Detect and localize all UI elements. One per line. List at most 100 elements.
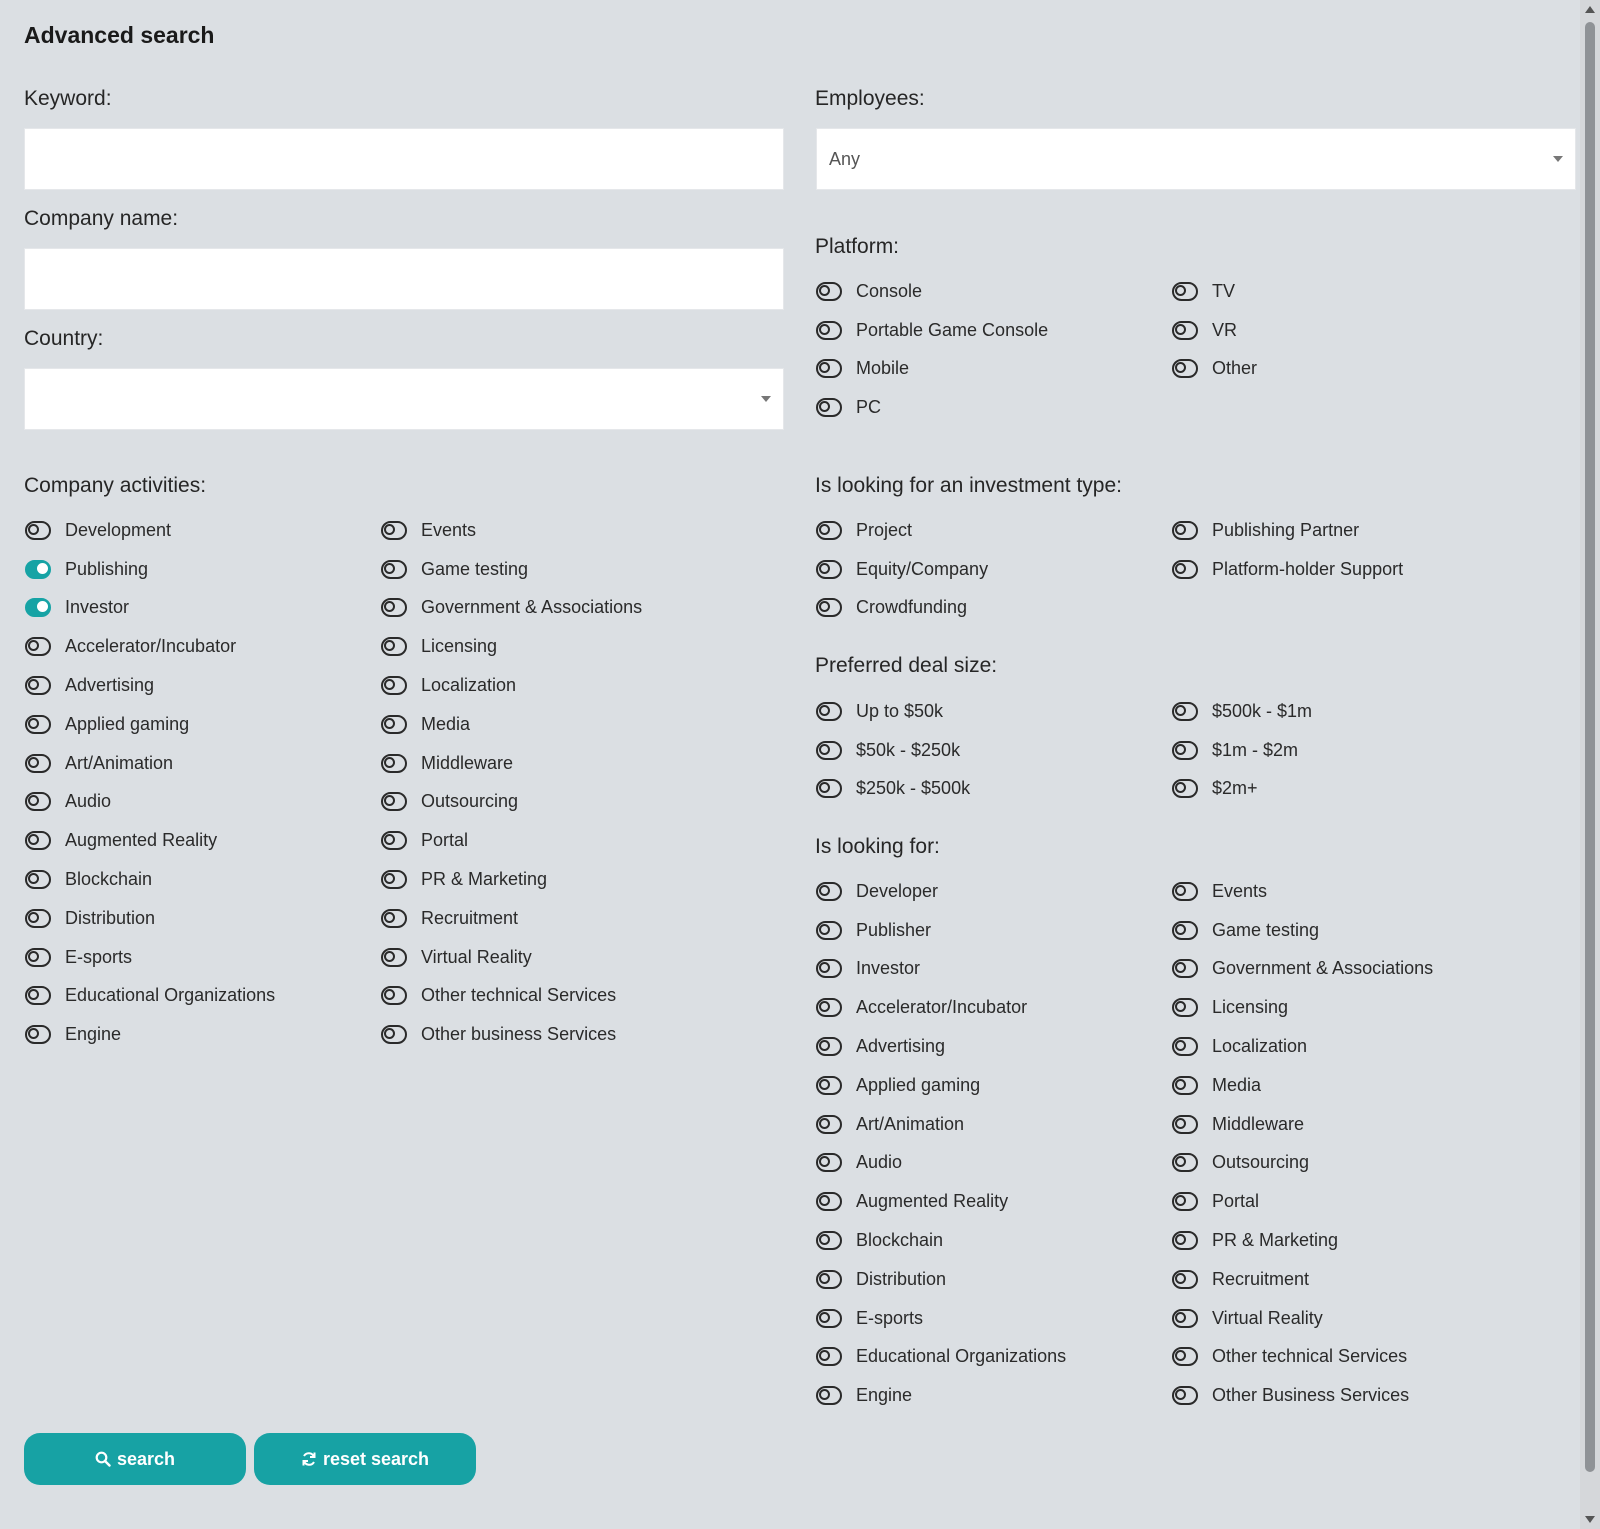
investment-type-option-crowdfunding[interactable]: Crowdfunding xyxy=(815,589,1171,628)
company-activity-option-art-animation[interactable]: Art/Animation xyxy=(24,744,380,783)
toggle-switch-icon[interactable] xyxy=(1172,959,1198,979)
toggle-switch-icon[interactable] xyxy=(816,881,842,901)
looking-for-option-virtual-reality[interactable]: Virtual Reality xyxy=(1171,1299,1527,1338)
toggle-switch-icon[interactable] xyxy=(816,559,842,579)
deal-size-option-250k-500k[interactable]: $250k - $500k xyxy=(815,770,1171,809)
toggle-switch-icon[interactable] xyxy=(1172,1231,1198,1251)
toggle-switch-icon[interactable] xyxy=(816,598,842,618)
toggle-switch-icon[interactable] xyxy=(1172,1037,1198,1057)
toggle-switch-icon[interactable] xyxy=(381,908,407,928)
toggle-switch-icon[interactable] xyxy=(381,714,407,734)
toggle-switch-icon[interactable] xyxy=(1172,701,1198,721)
looking-for-option-audio[interactable]: Audio xyxy=(815,1144,1171,1183)
looking-for-option-publisher[interactable]: Publisher xyxy=(815,911,1171,950)
vertical-scrollbar[interactable] xyxy=(1580,0,1600,1529)
toggle-switch-icon[interactable] xyxy=(816,320,842,340)
toggle-switch-icon[interactable] xyxy=(816,359,842,379)
investment-type-option-publishing-partner[interactable]: Publishing Partner xyxy=(1171,511,1527,550)
looking-for-option-government-and-associations[interactable]: Government & Associations xyxy=(1171,950,1527,989)
employees-select[interactable]: Any xyxy=(816,128,1576,190)
deal-size-option-1m-2m[interactable]: $1m - $2m xyxy=(1171,731,1527,770)
looking-for-option-media[interactable]: Media xyxy=(1171,1066,1527,1105)
company-activity-option-audio[interactable]: Audio xyxy=(24,783,380,822)
toggle-switch-icon[interactable] xyxy=(381,598,407,618)
toggle-switch-icon[interactable] xyxy=(1172,1192,1198,1212)
toggle-switch-icon[interactable] xyxy=(1172,920,1198,940)
platform-option-other[interactable]: Other xyxy=(1171,350,1527,389)
toggle-switch-icon[interactable] xyxy=(25,676,51,696)
deal-size-option-50k-250k[interactable]: $50k - $250k xyxy=(815,731,1171,770)
toggle-switch-icon[interactable] xyxy=(816,701,842,721)
toggle-switch-icon[interactable] xyxy=(25,714,51,734)
toggle-switch-icon[interactable] xyxy=(1172,740,1198,760)
company-activity-option-licensing[interactable]: Licensing xyxy=(380,627,780,666)
toggle-switch-icon[interactable] xyxy=(381,792,407,812)
looking-for-option-outsourcing[interactable]: Outsourcing xyxy=(1171,1144,1527,1183)
toggle-switch-icon[interactable] xyxy=(1172,881,1198,901)
investment-type-option-equity-company[interactable]: Equity/Company xyxy=(815,550,1171,589)
looking-for-option-game-testing[interactable]: Game testing xyxy=(1171,911,1527,950)
looking-for-option-art-animation[interactable]: Art/Animation xyxy=(815,1105,1171,1144)
toggle-switch-icon[interactable] xyxy=(816,740,842,760)
toggle-switch-icon[interactable] xyxy=(816,1269,842,1289)
scroll-up-arrow-icon[interactable] xyxy=(1585,6,1595,13)
toggle-switch-icon[interactable] xyxy=(381,831,407,851)
looking-for-option-applied-gaming[interactable]: Applied gaming xyxy=(815,1066,1171,1105)
toggle-switch-icon[interactable] xyxy=(816,920,842,940)
company-activity-option-events[interactable]: Events xyxy=(380,511,780,550)
company-activity-option-publishing[interactable]: Publishing xyxy=(24,550,380,589)
toggle-switch-icon[interactable] xyxy=(1172,779,1198,799)
looking-for-option-engine[interactable]: Engine xyxy=(815,1376,1171,1415)
company-activity-option-applied-gaming[interactable]: Applied gaming xyxy=(24,705,380,744)
toggle-switch-icon[interactable] xyxy=(25,908,51,928)
toggle-switch-icon[interactable] xyxy=(25,559,51,579)
investment-type-option-platform-holder-support[interactable]: Platform-holder Support xyxy=(1171,550,1527,589)
toggle-switch-icon[interactable] xyxy=(816,1308,842,1328)
company-activity-option-government-and-associations[interactable]: Government & Associations xyxy=(380,589,780,628)
company-activity-option-accelerator-incubator[interactable]: Accelerator/Incubator xyxy=(24,627,380,666)
company-name-input[interactable] xyxy=(24,248,784,310)
toggle-switch-icon[interactable] xyxy=(381,637,407,657)
company-activity-option-other-business-services[interactable]: Other business Services xyxy=(380,1015,780,1054)
toggle-switch-icon[interactable] xyxy=(1172,1075,1198,1095)
looking-for-option-events[interactable]: Events xyxy=(1171,872,1527,911)
looking-for-option-accelerator-incubator[interactable]: Accelerator/Incubator xyxy=(815,988,1171,1027)
company-activity-option-portal[interactable]: Portal xyxy=(380,821,780,860)
company-activity-option-localization[interactable]: Localization xyxy=(380,666,780,705)
toggle-switch-icon[interactable] xyxy=(381,559,407,579)
company-activity-option-development[interactable]: Development xyxy=(24,511,380,550)
toggle-switch-icon[interactable] xyxy=(381,947,407,967)
toggle-switch-icon[interactable] xyxy=(1172,520,1198,540)
looking-for-option-portal[interactable]: Portal xyxy=(1171,1182,1527,1221)
toggle-switch-icon[interactable] xyxy=(1172,1308,1198,1328)
toggle-switch-icon[interactable] xyxy=(381,986,407,1006)
toggle-switch-icon[interactable] xyxy=(381,520,407,540)
toggle-switch-icon[interactable] xyxy=(381,870,407,890)
deal-size-option-up-to-50k[interactable]: Up to $50k xyxy=(815,692,1171,731)
toggle-switch-icon[interactable] xyxy=(816,1075,842,1095)
toggle-switch-icon[interactable] xyxy=(816,998,842,1018)
company-activity-option-investor[interactable]: Investor xyxy=(24,589,380,628)
toggle-switch-icon[interactable] xyxy=(816,281,842,301)
toggle-switch-icon[interactable] xyxy=(25,637,51,657)
company-activity-option-educational-organizations[interactable]: Educational Organizations xyxy=(24,977,380,1016)
platform-option-console[interactable]: Console xyxy=(815,272,1171,311)
looking-for-option-investor[interactable]: Investor xyxy=(815,950,1171,989)
platform-option-pc[interactable]: PC xyxy=(815,388,1171,427)
toggle-switch-icon[interactable] xyxy=(816,1347,842,1367)
toggle-switch-icon[interactable] xyxy=(1172,1347,1198,1367)
looking-for-option-distribution[interactable]: Distribution xyxy=(815,1260,1171,1299)
search-button[interactable]: search xyxy=(24,1433,246,1485)
company-activity-option-recruitment[interactable]: Recruitment xyxy=(380,899,780,938)
company-activity-option-augmented-reality[interactable]: Augmented Reality xyxy=(24,821,380,860)
toggle-switch-icon[interactable] xyxy=(381,1025,407,1045)
keyword-input[interactable] xyxy=(24,128,784,190)
toggle-switch-icon[interactable] xyxy=(1172,281,1198,301)
toggle-switch-icon[interactable] xyxy=(25,870,51,890)
toggle-switch-icon[interactable] xyxy=(25,986,51,1006)
toggle-switch-icon[interactable] xyxy=(1172,1153,1198,1173)
platform-option-vr[interactable]: VR xyxy=(1171,311,1527,350)
toggle-switch-icon[interactable] xyxy=(25,520,51,540)
toggle-switch-icon[interactable] xyxy=(25,792,51,812)
toggle-switch-icon[interactable] xyxy=(25,831,51,851)
